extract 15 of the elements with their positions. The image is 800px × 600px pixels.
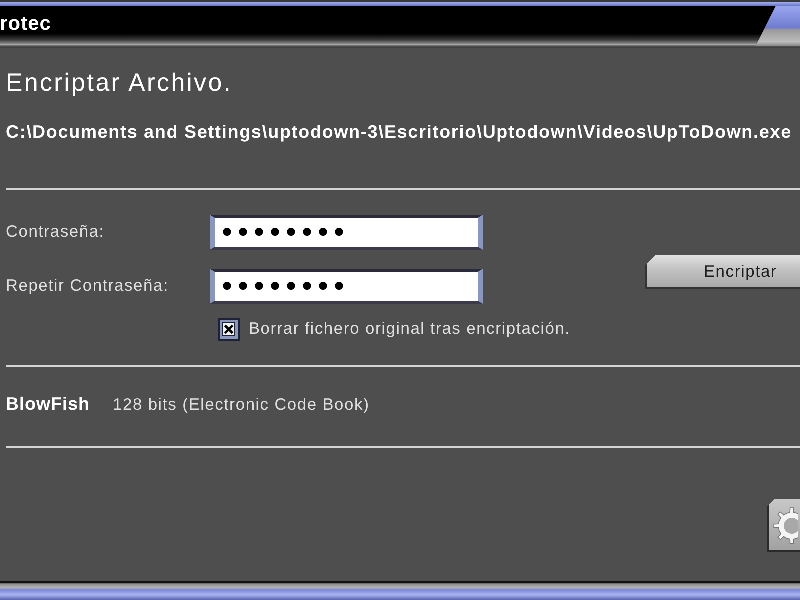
field-label: Repetir Contraseña: xyxy=(6,277,170,296)
settings-button[interactable] xyxy=(767,499,800,552)
password-field[interactable]: •••••••• xyxy=(210,269,483,304)
settings-icon xyxy=(773,506,798,544)
title-bar-corner xyxy=(756,6,800,46)
algorithm-description: 128 bits (Electronic Code Book) xyxy=(113,395,370,416)
checkbox-icon[interactable] xyxy=(218,318,240,341)
page-heading: Encriptar Archivo. xyxy=(6,69,233,97)
algorithm-name: BlowFish xyxy=(6,393,91,416)
encrypt-button[interactable]: Encriptar xyxy=(645,255,800,289)
password-field[interactable]: •••••••• xyxy=(210,215,483,250)
window-title: rotec xyxy=(0,12,52,36)
file-path: C:\Documents and Settings\uptodown-3\Escritorio\Uptodown\Videos\UpToDown.exe xyxy=(6,122,792,143)
field-label: Contraseña: xyxy=(6,223,106,242)
checkbox-label[interactable]: Borrar fichero original tras encriptación. xyxy=(249,320,571,339)
